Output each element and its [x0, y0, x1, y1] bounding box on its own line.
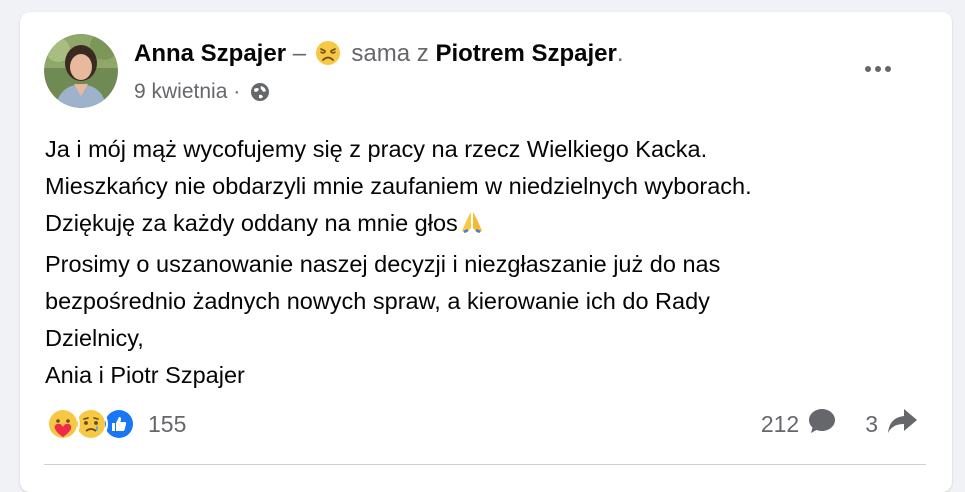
reaction-summary[interactable]: 155 — [46, 407, 187, 441]
post-header-line: Anna Szpajer – sama z Piotrem Szpajer. — [134, 39, 624, 74]
tagged-person[interactable]: Piotrem Szpajer — [435, 40, 616, 67]
post-line: Ania i Piotr Szpajer — [45, 362, 245, 388]
more-horizontal-icon — [865, 66, 871, 72]
post-date[interactable]: 9 kwietnia — [134, 80, 227, 103]
shares-count-button[interactable]: 3 — [865, 407, 918, 441]
post-line: bezpośrednio żadnych nowych spraw, a kie… — [45, 288, 710, 314]
post-line: Dziękuję za każdy oddany na mnie głos — [45, 210, 458, 236]
post-line-with-emoji: Dziękuję za każdy oddany na mnie głos — [45, 205, 925, 246]
post-body: Ja i mój mąż wycofujemy się z pracy na r… — [45, 131, 925, 394]
more-options-button[interactable] — [856, 51, 900, 87]
post-line: Mieszkańcy nie obdarzyli mnie zaufaniem … — [45, 173, 752, 199]
post-card: Anna Szpajer – sama z Piotrem Szpajer. 9… — [20, 12, 952, 492]
post-line: Prosimy o uszanowanie naszej decyzji i n… — [45, 251, 721, 277]
comments-count-button[interactable]: 212 — [761, 407, 837, 441]
author-name[interactable]: Anna Szpajer — [134, 40, 286, 67]
share-icon — [886, 407, 918, 441]
care-reaction-icon — [46, 407, 80, 441]
with-label: sama z — [351, 40, 429, 67]
header-dash: – — [292, 40, 307, 67]
engagement-stats: 212 3 — [761, 408, 918, 440]
folded-hands-emoji-icon — [459, 209, 485, 246]
footer-divider — [44, 464, 926, 465]
post-line: Dzielnicy, — [45, 325, 144, 351]
tired-face-emoji-icon — [315, 40, 341, 74]
post-line: Ja i mój mąż wycofujemy się z pracy na r… — [45, 136, 708, 162]
author-avatar[interactable] — [44, 34, 118, 108]
globe-icon — [250, 82, 270, 109]
comment-count: 212 — [760, 410, 800, 437]
comment-icon — [807, 407, 837, 441]
reaction-count: 155 — [148, 410, 187, 437]
share-count: 3 — [865, 410, 878, 437]
post-meta: 9 kwietnia · — [134, 79, 270, 109]
header-end-punct: . — [616, 40, 624, 67]
meta-separator: · — [233, 80, 241, 103]
